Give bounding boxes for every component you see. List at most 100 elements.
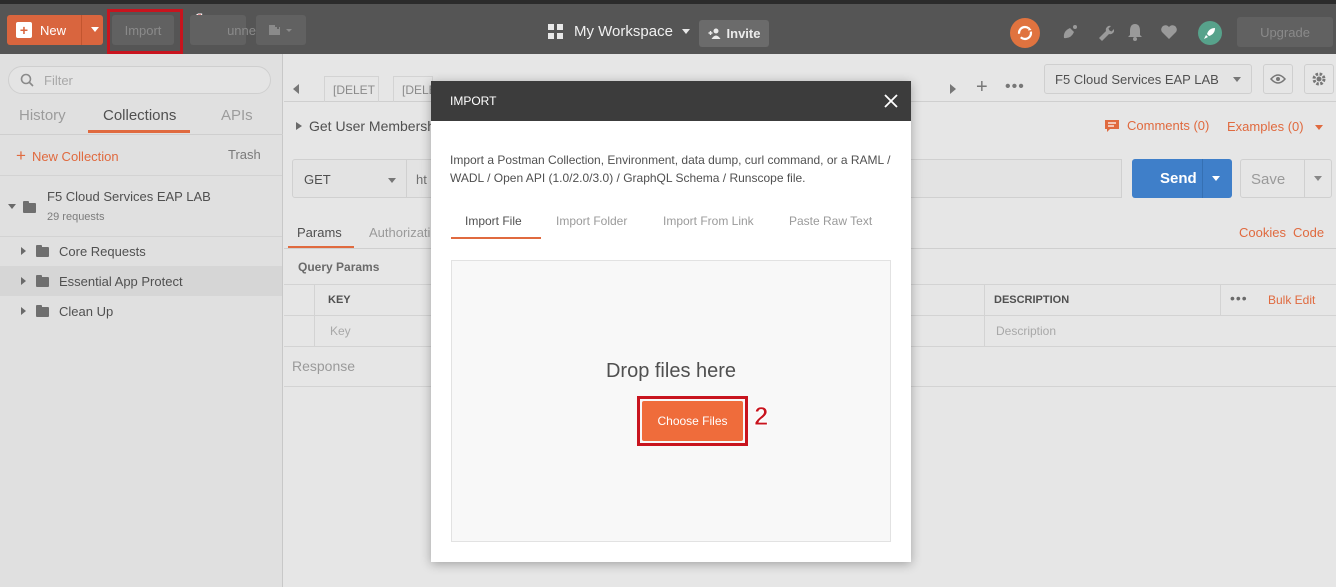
- avatar[interactable]: [1198, 21, 1222, 45]
- runner-button[interactable]: Runner: [190, 15, 260, 45]
- folder-item[interactable]: Essential App Protect: [0, 266, 282, 296]
- query-params-heading: Query Params: [298, 260, 380, 274]
- choose-files-highlight-box: [637, 396, 748, 446]
- chevron-down-icon: [1315, 125, 1324, 131]
- tab-authorization[interactable]: Authorizati: [369, 225, 430, 240]
- new-window-icon: [269, 23, 292, 35]
- runner-label: Runner: [217, 22, 261, 38]
- description-header: DESCRIPTION: [994, 294, 1070, 306]
- upgrade-button[interactable]: Upgrade: [1237, 17, 1333, 47]
- app-header: + New Import 1 Runner My Workspace Invit…: [0, 0, 1336, 54]
- new-button[interactable]: + New: [7, 15, 103, 45]
- folder-icon: [36, 305, 49, 317]
- search-icon: [20, 73, 34, 87]
- environment-selector[interactable]: F5 Cloud Services EAP LAB: [1044, 64, 1252, 94]
- bell-icon[interactable]: [1125, 22, 1145, 42]
- chevron-right-icon[interactable]: [21, 307, 26, 315]
- satellite-icon[interactable]: [1060, 22, 1080, 42]
- active-tab-indicator: [451, 237, 541, 239]
- sync-button[interactable]: [1010, 18, 1040, 48]
- environment-label: F5 Cloud Services EAP LAB: [1055, 71, 1219, 87]
- plus-icon: +: [16, 146, 26, 165]
- modal-header: IMPORT: [431, 81, 911, 121]
- invite-button[interactable]: Invite: [699, 20, 769, 47]
- send-button[interactable]: Send: [1132, 159, 1232, 198]
- gear-icon: [1312, 72, 1326, 86]
- step-2-marker: 2: [753, 401, 769, 432]
- eye-button[interactable]: [1263, 64, 1293, 94]
- rocket-icon: [1204, 28, 1215, 39]
- close-icon[interactable]: [883, 93, 899, 109]
- chevron-right-icon[interactable]: [21, 247, 26, 255]
- comments-button[interactable]: Comments (0): [1104, 118, 1209, 133]
- folder-label: Clean Up: [59, 304, 114, 319]
- send-label: Send: [1160, 170, 1197, 187]
- folder-icon: [23, 201, 36, 213]
- new-collection-button[interactable]: + New Collection: [16, 146, 119, 166]
- new-window-button[interactable]: [256, 15, 306, 45]
- chevron-down-icon[interactable]: [91, 27, 99, 32]
- tab-paste-raw-text[interactable]: Paste Raw Text: [789, 214, 872, 228]
- settings-button[interactable]: [1304, 64, 1334, 94]
- import-highlight-box: [107, 9, 183, 54]
- comment-icon: [1105, 119, 1119, 132]
- chevron-down-icon[interactable]: [8, 204, 16, 209]
- more-icon[interactable]: •••: [1230, 290, 1248, 306]
- tab-params[interactable]: Params: [297, 225, 342, 240]
- collection-item[interactable]: F5 Cloud Services EAP LAB 29 requests: [0, 175, 282, 237]
- folder-icon: [36, 245, 49, 257]
- trash-link[interactable]: Trash: [228, 147, 261, 162]
- workspace-label: My Workspace: [574, 23, 673, 40]
- add-user-icon: [708, 28, 721, 39]
- wrench-icon[interactable]: [1095, 22, 1115, 42]
- comments-label: Comments (0): [1127, 118, 1210, 133]
- drop-files-text: Drop files here: [605, 360, 737, 382]
- request-tab[interactable]: [DELE: [393, 76, 437, 102]
- cookies-link[interactable]: Cookies: [1239, 225, 1286, 240]
- save-label: Save: [1251, 171, 1286, 188]
- save-button[interactable]: Save: [1240, 159, 1332, 198]
- active-tab-indicator: [288, 246, 354, 248]
- method-select[interactable]: GET: [292, 159, 407, 198]
- tab-collections[interactable]: Collections: [103, 107, 176, 124]
- key-input[interactable]: Key: [330, 324, 351, 338]
- import-modal: IMPORT Import a Postman Collection, Envi…: [431, 81, 911, 562]
- request-name[interactable]: Get User Membersh: [296, 118, 435, 134]
- new-button-label: New: [40, 22, 67, 38]
- add-tab-icon[interactable]: +: [976, 76, 988, 99]
- description-input[interactable]: Description: [996, 324, 1056, 338]
- heart-icon[interactable]: [1159, 22, 1179, 42]
- chevron-right-icon: [296, 122, 302, 130]
- request-name-label: Get User Membersh: [309, 118, 436, 134]
- bulk-edit-link[interactable]: Bulk Edit: [1268, 293, 1315, 307]
- search-input[interactable]: Filter: [8, 66, 271, 94]
- tab-history[interactable]: History: [19, 107, 66, 124]
- tab-apis[interactable]: APIs: [221, 107, 253, 124]
- tab-import-folder[interactable]: Import Folder: [556, 214, 627, 228]
- chevron-left-icon[interactable]: [292, 82, 300, 97]
- chevron-down-icon: [1233, 77, 1241, 82]
- sidebar-tabs: History Collections APIs: [0, 99, 283, 135]
- folder-item[interactable]: Clean Up: [0, 296, 282, 326]
- folder-item[interactable]: Core Requests: [0, 236, 282, 266]
- tab-import-from-link[interactable]: Import From Link: [663, 214, 754, 228]
- drop-zone[interactable]: Drop files here Choose Files 2: [451, 260, 891, 542]
- chevron-down-icon[interactable]: [1314, 176, 1322, 181]
- chevron-down-icon[interactable]: [1212, 176, 1220, 181]
- method-label: GET: [304, 172, 331, 187]
- more-icon[interactable]: •••: [1005, 78, 1025, 96]
- request-tab[interactable]: [DELET: [324, 76, 379, 102]
- grid-icon: [548, 24, 563, 39]
- workspace-selector[interactable]: My Workspace: [548, 23, 690, 40]
- examples-dropdown[interactable]: Examples (0): [1227, 119, 1324, 134]
- chevron-right-icon[interactable]: [21, 277, 26, 285]
- modal-title: IMPORT: [450, 94, 497, 108]
- folder-label: Core Requests: [59, 244, 146, 259]
- sync-icon: [1017, 25, 1033, 41]
- folder-label: Essential App Protect: [59, 274, 183, 289]
- chevron-right-icon[interactable]: [949, 82, 957, 97]
- chevron-down-icon: [388, 178, 396, 183]
- active-tab-indicator: [88, 130, 190, 133]
- tab-import-file[interactable]: Import File: [465, 214, 522, 228]
- code-link[interactable]: Code: [1293, 225, 1324, 240]
